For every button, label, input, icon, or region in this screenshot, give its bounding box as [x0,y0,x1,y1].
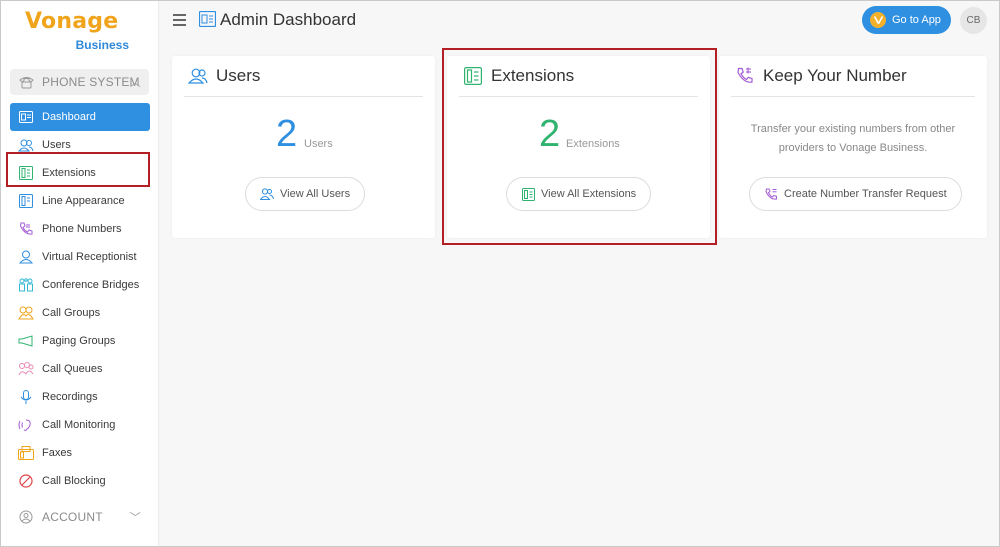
sidebar-item-dashboard[interactable]: Dashboard [10,103,150,131]
phone-system-label: PHONE SYSTEM [42,75,140,89]
view-all-users-label: View All Users [280,188,351,200]
extensions-highlight-box [6,152,150,187]
sidebar-item-call-blocking[interactable]: Call Blocking [10,467,150,495]
users-icon [188,66,208,86]
sidebar-item-label: Faxes [42,447,72,459]
page-title: Admin Dashboard [220,10,357,29]
sidebar-item-label: Call Groups [42,307,101,319]
sidebar-item-call-monitoring[interactable]: Call Monitoring [10,411,150,439]
account-label: ACCOUNT [42,510,103,524]
phone-system-section[interactable]: PHONE SYSTEM ︿ [10,69,149,95]
users-count-label: Users [304,138,333,150]
sidebar-item-label: Call Blocking [42,475,106,487]
call-groups-icon [18,305,34,321]
users-card: Users 2 Users View All Users [172,56,435,238]
phone-transfer-icon [764,187,778,201]
sidebar-item-label: Users [42,139,71,151]
keep-number-description: Transfer your existing numbers from othe… [750,123,956,154]
chevron-down-icon: ﹀ [129,512,141,524]
account-icon [18,509,34,525]
sidebar: Vonage Business PHONE SYSTEM ︿ Dashboard… [1,1,159,546]
paging-groups-icon [18,333,34,349]
sidebar-item-faxes[interactable]: Faxes [10,439,150,467]
call-blocking-icon [18,473,34,489]
sidebar-item-conference-bridges[interactable]: Conference Bridges [10,271,150,299]
sidebar-item-label: Call Queues [42,363,103,375]
extensions-card-highlight-box [442,48,717,245]
sidebar-item-label: Recordings [42,391,98,403]
sidebar-item-label: Virtual Receptionist [42,251,137,263]
vonage-v-icon [870,12,886,28]
sidebar-item-call-groups[interactable]: Call Groups [10,299,150,327]
call-queues-icon [18,361,34,377]
logo-word: Vonage [25,9,119,34]
sidebar-item-label: Phone Numbers [42,223,122,235]
sidebar-item-recordings[interactable]: Recordings [10,383,150,411]
create-number-transfer-button[interactable]: Create Number Transfer Request [749,177,962,211]
users-card-title: Users [216,66,261,85]
users-card-header: Users [184,56,423,97]
phone-icon [18,74,34,90]
keep-number-card-header: Keep Your Number [731,56,975,97]
header: Admin Dashboard Go to App CB [159,1,999,41]
sidebar-item-call-queues[interactable]: Call Queues [10,355,150,383]
sidebar-item-phone-numbers[interactable]: Phone Numbers [10,215,150,243]
call-monitoring-icon [18,417,34,433]
sidebar-item-label: Conference Bridges [42,279,140,291]
sidebar-item-label: Dashboard [42,111,96,123]
sidebar-item-label: Call Monitoring [42,419,116,431]
chevron-up-icon: ︿ [129,77,141,89]
virtual-receptionist-icon [18,249,34,265]
sidebar-item-line-appearance[interactable]: Line Appearance [10,187,150,215]
phone-transfer-icon [735,66,755,86]
keep-number-card-title: Keep Your Number [763,66,907,85]
go-to-app-button[interactable]: Go to App [862,6,951,34]
sidebar-item-label: Line Appearance [42,195,125,207]
faxes-icon [18,445,34,461]
view-all-users-button[interactable]: View All Users [245,177,366,211]
users-icon [260,187,274,201]
go-to-app-label: Go to App [892,14,941,26]
keep-number-card: Keep Your Number Transfer your existing … [719,56,987,238]
sidebar-item-virtual-receptionist[interactable]: Virtual Receptionist [10,243,150,271]
vonage-business-logo[interactable]: Vonage Business [25,9,135,53]
users-count: 2 [276,113,298,155]
users-icon [18,137,34,153]
dashboard-icon [18,109,34,125]
phone-numbers-icon [18,221,34,237]
dashboard-icon [198,10,217,32]
sidebar-item-paging-groups[interactable]: Paging Groups [10,327,150,355]
avatar[interactable]: CB [960,7,987,34]
account-section[interactable]: ACCOUNT ﹀ [10,504,149,530]
create-number-transfer-label: Create Number Transfer Request [784,188,947,200]
logo-sub: Business [75,38,129,52]
line-appearance-icon [18,193,34,209]
recordings-icon [18,389,34,405]
conference-bridges-icon [18,277,34,293]
menu-icon[interactable] [173,14,186,26]
sidebar-item-label: Paging Groups [42,335,116,347]
